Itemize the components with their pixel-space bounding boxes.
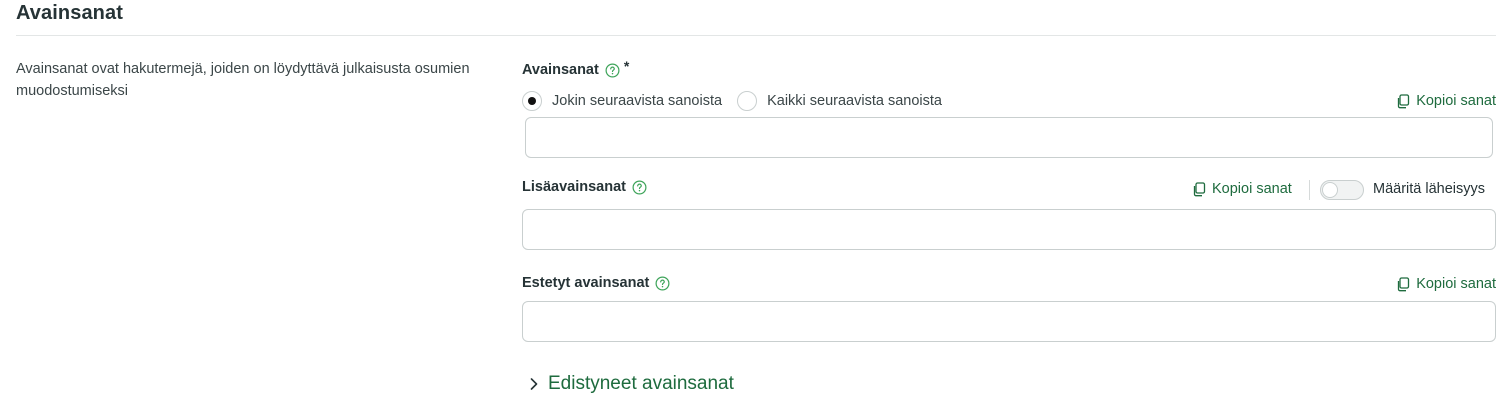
proximity-toggle[interactable] [1320, 180, 1364, 200]
toolbar-separator [1309, 180, 1310, 200]
radio-any-words[interactable] [522, 91, 542, 111]
additional-keywords-label-group: Lisäavainsanat [522, 179, 647, 195]
keywords-label-group: Avainsanat * [522, 58, 629, 78]
excluded-keywords-input[interactable] [522, 301, 1496, 342]
toggle-knob [1322, 182, 1338, 198]
chevron-right-icon [530, 378, 538, 390]
copy-icon [1398, 276, 1410, 291]
excluded-keywords-copy-label[interactable]: Kopioi sanat [1416, 276, 1496, 292]
additional-keywords-label: Lisäavainsanat [522, 179, 626, 195]
keywords-copy-button[interactable]: Kopioi sanat [1396, 93, 1496, 109]
keywords-input[interactable] [525, 117, 1493, 158]
excluded-keywords-label-group: Estetyt avainsanat [522, 275, 670, 291]
copy-icon [1193, 181, 1206, 196]
radio-any-words-label[interactable]: Jokin seuraavista sanoista [552, 93, 722, 109]
additional-keywords-copy-label[interactable]: Kopioi sanat [1212, 181, 1292, 197]
excluded-keywords-copy-button[interactable]: Kopioi sanat [1396, 276, 1496, 292]
help-circle-icon[interactable] [605, 63, 620, 78]
radio-selected-dot [528, 97, 536, 105]
advanced-keywords-toggle[interactable]: Edistyneet avainsanat [528, 373, 734, 395]
proximity-toggle-label[interactable]: Määritä läheisyys [1373, 181, 1485, 197]
additional-keywords-input[interactable] [522, 209, 1496, 250]
help-circle-icon[interactable] [655, 276, 670, 291]
radio-all-words[interactable] [737, 91, 758, 111]
additional-keywords-copy-button[interactable]: Kopioi sanat [1192, 181, 1292, 197]
required-marker: * [623, 58, 630, 74]
excluded-keywords-label: Estetyt avainsanat [522, 275, 650, 291]
keywords-match-mode: Jokin seuraavista sanoista Kaikki seuraa… [522, 91, 942, 111]
help-circle-icon[interactable] [632, 180, 647, 195]
advanced-keywords-label[interactable]: Edistyneet avainsanat [548, 373, 734, 395]
copy-icon [1398, 93, 1410, 108]
keywords-copy-label[interactable]: Kopioi sanat [1416, 93, 1496, 109]
section-description: Avainsanat ovat hakutermejä, joiden on l… [16, 61, 470, 99]
section-divider [16, 35, 1496, 36]
keywords-label: Avainsanat [522, 62, 599, 78]
section-title: Avainsanat [16, 2, 123, 24]
radio-all-words-label[interactable]: Kaikki seuraavista sanoista [767, 93, 942, 109]
